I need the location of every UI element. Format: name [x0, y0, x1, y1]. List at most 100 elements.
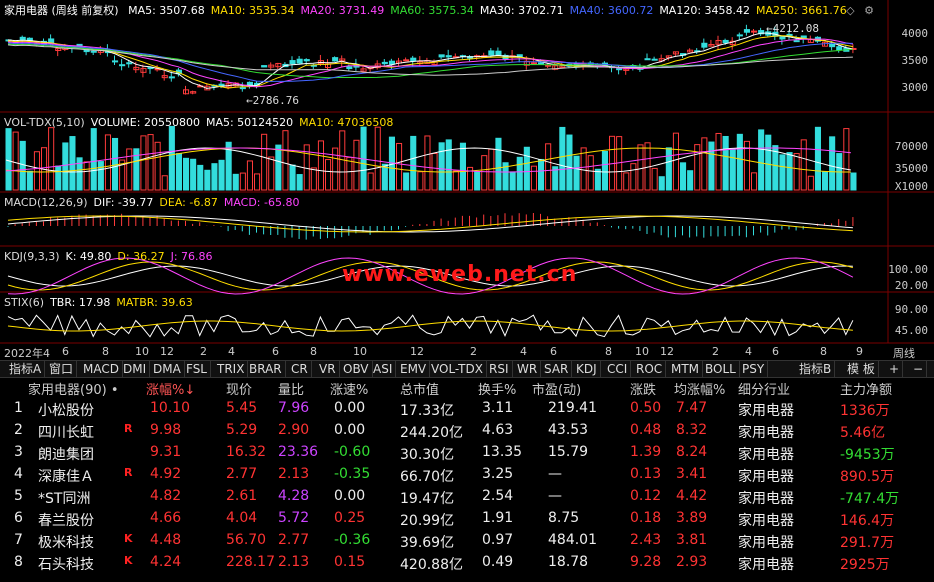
column-header[interactable]: 涨幅%↓ [146, 379, 195, 398]
column-header[interactable]: 涨速% [330, 379, 368, 398]
cell-flag: R [124, 422, 133, 435]
ma-value: MA30: 3702.71 [479, 4, 564, 17]
ma-value: MA60: 3575.34 [390, 4, 474, 17]
tab-6[interactable]: TRIX [214, 361, 249, 377]
table-row[interactable]: 4 深康佳Ａ R 4.92 2.77 2.13 -0.35 66.70亿 3.25 — 0.13 3.… [0, 465, 934, 486]
cell-pct: 9.98 [150, 422, 182, 438]
candle-body [289, 60, 296, 65]
macd-header: MACD(12,26,9) DIF: -39.77 DEA: -6.87 MACD: … [0, 194, 311, 212]
cell-name: 四川长虹 [38, 425, 94, 441]
cell-chg: 0.12 [630, 488, 662, 504]
tab-22[interactable]: PSY [739, 361, 769, 377]
tab-14[interactable]: RSI [486, 361, 513, 377]
tab-10[interactable]: OBV [340, 361, 373, 377]
tab-15[interactable]: WR [514, 361, 542, 377]
main-ytick: 3000 [901, 81, 929, 94]
tab-12[interactable]: EMV [397, 361, 431, 377]
cell-turn: 1.91 [482, 510, 514, 526]
column-header[interactable]: 主力净额 [840, 379, 892, 398]
column-header[interactable]: 细分行业 [738, 379, 790, 398]
cell-flow: -9453万 [840, 447, 895, 463]
volume-bar [658, 176, 665, 191]
volume-bar [310, 167, 317, 191]
time-axis-label: 12 [160, 345, 174, 358]
cell-ind: 家用电器 [738, 557, 794, 573]
settings-icon[interactable]: ⚙ [864, 4, 874, 17]
watermark: www.eweb.net.cn [342, 262, 578, 287]
volume-bar [587, 155, 594, 191]
cell-chg: 9.28 [630, 554, 662, 570]
stix-ytick: 45.00 [894, 324, 928, 337]
ma-value: MA120: 3458.42 [659, 4, 751, 17]
cell-turn: 0.49 [482, 554, 514, 570]
tab-23[interactable]: 指标B [796, 361, 836, 377]
candle-body [488, 50, 495, 56]
candle-body [701, 42, 708, 48]
column-header[interactable]: 市盈(动) [532, 379, 581, 398]
tab-2[interactable]: MACD [80, 361, 123, 377]
table-row[interactable]: 6 春兰股份 4.66 4.04 5.72 0.25 20.99亿 1.91 8.75 0.18 3… [0, 509, 934, 530]
candle-body [140, 67, 147, 73]
tab-21[interactable]: BOLL [702, 361, 740, 377]
candle-body [268, 64, 275, 68]
period-label[interactable]: 周线 [893, 345, 915, 361]
diamond-icon[interactable]: ◇ [846, 4, 854, 17]
cell-no: 1 [14, 400, 23, 416]
table-row[interactable]: 1 小松股份 10.10 5.45 7.96 0.00 17.33亿 3.11 219.41 0.… [0, 399, 934, 420]
tab-13[interactable]: VOL-TDX [428, 361, 487, 377]
volume-bar [381, 163, 388, 191]
time-axis-label: 10 [635, 345, 649, 358]
tab-5[interactable]: FSL [183, 361, 211, 377]
cell-no: 4 [14, 466, 23, 482]
tab-1[interactable]: 窗口 [46, 361, 78, 377]
candle-body [55, 48, 62, 51]
tab-11[interactable]: ASI [370, 361, 397, 377]
tab-18[interactable]: CCI [604, 361, 632, 377]
table-row[interactable]: 5 *ST同洲 4.82 2.61 4.28 0.00 19.47亿 2.54 — 0.12 4.4… [0, 487, 934, 508]
column-header[interactable]: 均涨幅% [674, 379, 725, 398]
volume-bar [374, 126, 381, 191]
tab-3[interactable]: DMI [120, 361, 151, 377]
tab-8[interactable]: CR [288, 361, 312, 377]
table-row[interactable]: 8 石头科技 K 4.24 228.17 2.13 0.15 420.88亿 0.49 18.78… [0, 553, 934, 574]
cell-flow: 1336万 [840, 403, 890, 419]
volume-bar [829, 136, 836, 191]
candle-body [261, 65, 268, 68]
tab-25[interactable]: + [886, 361, 904, 377]
table-row[interactable]: 3 朗迪集团 9.31 16.32 23.36 -0.60 30.30亿 13.35 15.79… [0, 443, 934, 464]
tab-7[interactable]: BRAR [246, 361, 286, 377]
volume-bar [779, 154, 786, 191]
column-header[interactable]: 总市值 [400, 379, 439, 398]
candle-body [559, 65, 566, 68]
cell-price: 16.32 [226, 444, 267, 460]
tab-17[interactable]: KDJ [573, 361, 601, 377]
cell-name: 石头科技 [38, 557, 94, 573]
volume-bar [814, 126, 822, 191]
volume-bar [445, 139, 452, 191]
table-row[interactable]: 7 极米科技 K 4.48 56.70 2.77 -0.36 39.69亿 0.97 484.01… [0, 531, 934, 552]
volume-bar [26, 170, 33, 191]
tab-0[interactable]: 指标A [6, 361, 46, 377]
tab-19[interactable]: ROC [633, 361, 667, 377]
column-header[interactable]: 换手% [478, 379, 516, 398]
vol-indicator-value: VOLUME: 20550800 [90, 116, 200, 129]
cell-price: 228.17 [226, 554, 275, 570]
table-row[interactable]: 2 四川长虹 R 9.98 5.29 2.90 0.00 244.20亿 4.63 43.53 0.… [0, 421, 934, 442]
tab-24[interactable]: 模 板 [844, 361, 879, 377]
column-header[interactable]: 涨跌 [630, 379, 656, 398]
column-header[interactable]: 现价 [226, 379, 252, 398]
cell-name: *ST同洲 [38, 491, 91, 507]
column-header[interactable]: 家用电器(90) • [28, 379, 119, 398]
volume-bar [154, 141, 161, 191]
tab-20[interactable]: MTM [668, 361, 704, 377]
candle-body [616, 68, 623, 71]
column-header[interactable]: 量比 [278, 379, 304, 398]
macd-indicator-value: MACD: -65.80 [223, 196, 300, 209]
tab-26[interactable]: − [910, 361, 928, 377]
cell-vr: 2.13 [278, 466, 310, 482]
candle-body [736, 34, 743, 37]
volume-bar [722, 135, 729, 191]
tab-4[interactable]: DMA [150, 361, 185, 377]
tab-9[interactable]: VR [316, 361, 340, 377]
tab-16[interactable]: SAR [541, 361, 573, 377]
